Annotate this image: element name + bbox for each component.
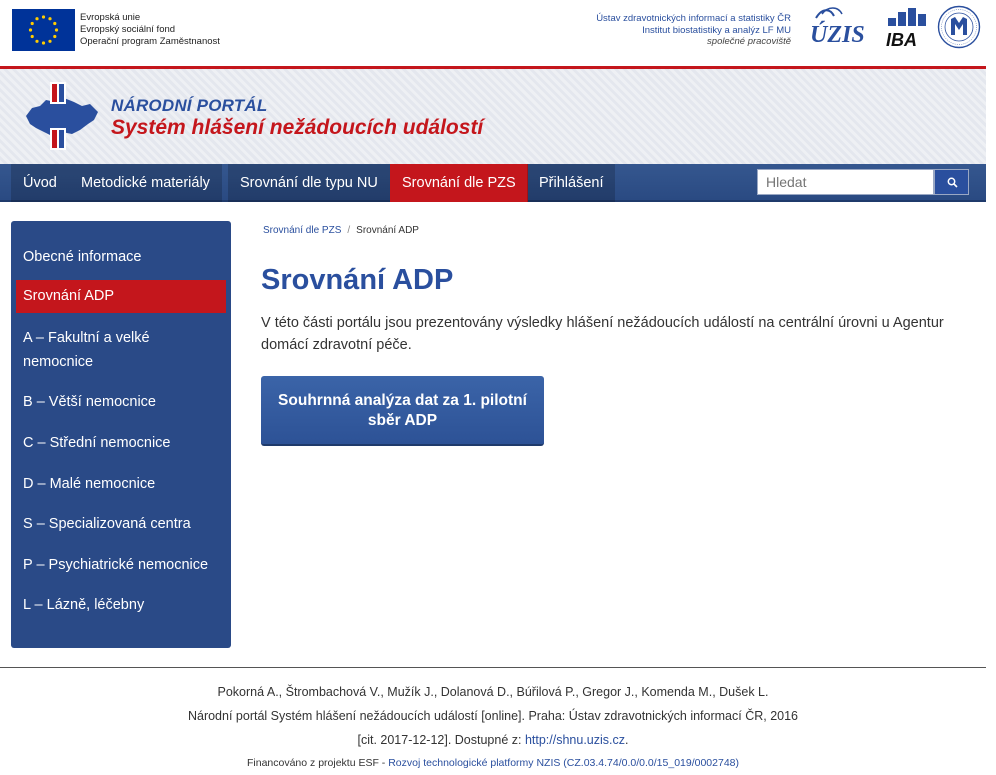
masaryk-university-seal-icon[interactable] — [937, 5, 981, 49]
footer-citation: Národní portál Systém hlášení nežádoucíc… — [187, 709, 799, 723]
sidebar-item-obecne-informace[interactable]: Obecné informace — [11, 245, 231, 269]
nav-item-metodicke-materialy[interactable]: Metodické materiály — [69, 164, 222, 202]
breadcrumb: Srovnání dle PZS / Srovnání ADP — [263, 225, 419, 236]
search-button[interactable] — [934, 169, 969, 195]
footer-funding-prefix: Financováno z projektu ESF - — [246, 757, 389, 769]
nav-item-uvod[interactable]: Úvod — [11, 164, 69, 202]
sidebar-item-fakultni-a-velke-nemocnice[interactable]: A – Fakultní a velké nemocnice — [11, 326, 231, 374]
sidebar-item-srovnani-adp[interactable]: Srovnání ADP — [16, 280, 226, 313]
iba-logo[interactable]: IBA — [884, 8, 928, 50]
footer-authors: Pokorná A., Štrombachová V., Mužík J., D… — [217, 685, 769, 699]
search-icon — [947, 177, 958, 188]
footer: Pokorná A., Štrombachová V., Mužík J., D… — [0, 680, 986, 774]
svg-text:ÚZIS: ÚZIS — [810, 22, 865, 48]
sidebar-item-specializovana-centra[interactable]: S – Specializovaná centra — [11, 512, 231, 536]
summary-analysis-button[interactable]: Souhrnná analýza dat za 1. pilotní sběr … — [261, 376, 544, 446]
footer-funding-link[interactable]: Rozvoj technologické platformy NZIS (CZ.… — [388, 757, 739, 769]
portal-title[interactable]: Systém hlášení nežádoucích událostí — [111, 116, 483, 140]
eu-program-text: Evropská unie Evropský sociální fond Ope… — [80, 12, 220, 48]
eu-line: Evropská unie — [80, 12, 141, 23]
sidebar-item-male-nemocnice[interactable]: D – Malé nemocnice — [11, 472, 231, 496]
institution-note: společné pracoviště — [707, 36, 791, 47]
sidebar-item-psychiatricke-nemocnice[interactable]: P – Psychiatrické nemocnice — [11, 553, 231, 577]
nav-item-srovnani-dle-pzs[interactable]: Srovnání dle PZS — [390, 164, 528, 202]
eu-line: Operační program Zaměstnanost — [80, 36, 220, 47]
top-logo-bar: Evropská unie Evropský sociální fond Ope… — [0, 0, 986, 66]
uzis-logo[interactable]: ÚZIS — [808, 6, 870, 48]
sidebar-menu: Obecné informace Srovnání ADP A – Fakult… — [11, 221, 231, 648]
sidebar-item-vetsi-nemocnice[interactable]: B – Větší nemocnice — [11, 390, 231, 414]
sidebar-item-lazne-lecebny[interactable]: L – Lázně, léčebny — [11, 593, 231, 617]
institution-text: Ústav zdravotnických informací a statist… — [596, 13, 791, 48]
footer-cit-prefix: [cit. 2017-12-12]. Dostupné z: — [357, 733, 525, 747]
sidebar-item-stredni-nemocnice[interactable]: C – Střední nemocnice — [11, 431, 231, 455]
footer-funding: Financováno z projektu ESF - Rozvoj tech… — [0, 752, 986, 774]
footer-cit-line: [cit. 2017-12-12]. Dostupné z: http://sh… — [0, 728, 986, 752]
page-title: Srovnání ADP — [261, 264, 454, 296]
footer-divider — [0, 667, 986, 668]
eu-line: Evropský sociální fond — [80, 24, 176, 35]
breadcrumb-current: Srovnání ADP — [356, 225, 419, 236]
eu-flag-icon — [12, 9, 75, 51]
search-input[interactable] — [757, 169, 934, 195]
institution-line: Institut biostatistiky a analýz LF MU — [642, 24, 791, 36]
nav-item-srovnani-dle-typu-nu[interactable]: Srovnání dle typu NU — [228, 164, 390, 202]
intro-text: V této části portálu jsou prezentovány v… — [261, 315, 944, 353]
breadcrumb-link-srovnani-dle-pzs[interactable]: Srovnání dle PZS — [263, 225, 341, 236]
portal-banner: NÁRODNÍ PORTÁL Systém hlášení nežádoucíc… — [0, 69, 986, 164]
footer-cit-suffix: . — [625, 733, 629, 747]
breadcrumb-separator: / — [347, 225, 351, 236]
portal-subtitle: NÁRODNÍ PORTÁL — [111, 96, 268, 115]
footer-site-link[interactable]: http://shnu.uzis.cz — [525, 733, 625, 747]
nav-item-prihlaseni[interactable]: Přihlášení — [527, 164, 616, 202]
czech-map-logo-icon[interactable] — [22, 80, 102, 154]
institution-line: Ústav zdravotnických informací a statist… — [596, 13, 791, 24]
svg-text:IBA: IBA — [886, 30, 917, 48]
